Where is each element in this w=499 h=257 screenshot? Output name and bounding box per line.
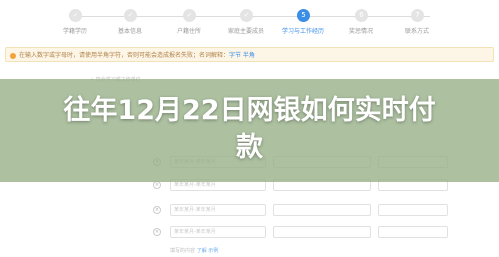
notice-banner: 在输入数字或字母时，请使用半角字符，否则可能会造成报名失败；名词解释：字节 半角: [5, 47, 494, 62]
info-icon: [10, 52, 16, 59]
hint-link[interactable]: 示例: [208, 248, 218, 254]
form-hint: 填写的内容 了解 示例: [170, 247, 218, 254]
notice-text: 在输入数字或字母时，请使用半角字符，否则可能会造成报名失败；名词解释：: [19, 52, 230, 59]
step-3-indicator[interactable]: ✓: [183, 9, 196, 22]
step-4-indicator[interactable]: ✓: [240, 9, 253, 22]
step-7-label[interactable]: 联系方式: [382, 26, 452, 35]
hint-text: 填写的内容: [170, 248, 197, 254]
unit-field[interactable]: [273, 226, 371, 238]
position-field[interactable]: [378, 226, 448, 238]
step-6-indicator[interactable]: 6: [355, 9, 368, 22]
hint-accent[interactable]: 了解: [197, 248, 209, 254]
step-2-indicator[interactable]: ✓: [124, 9, 137, 22]
overlay-title: 往年12月22日网银如何实时付 款: [0, 92, 499, 166]
date-range-field[interactable]: 某年某月-某年某月: [170, 204, 266, 216]
remove-row-icon[interactable]: ×: [153, 206, 161, 214]
unit-field[interactable]: [273, 204, 371, 216]
step-1-indicator[interactable]: ✓: [69, 9, 82, 22]
date-range-field[interactable]: 某年某月-某年某月: [170, 226, 266, 238]
overlay-title-line-1: 往年12月22日网银如何实时付: [63, 95, 436, 126]
step-5-indicator[interactable]: 5: [297, 9, 310, 22]
overlay-title-line-2: 款: [236, 132, 263, 163]
notice-link[interactable]: 字节 半角: [229, 52, 255, 59]
position-field[interactable]: [378, 204, 448, 216]
remove-row-icon[interactable]: ×: [153, 228, 161, 236]
progress-steps: ✓ 学籍学历 ✓ 基本信息 ✓ 户籍住所 ✓ 家庭主要成员 5 学习与工作经历 …: [0, 0, 499, 40]
step-7-indicator[interactable]: 7: [411, 9, 424, 22]
remove-row-icon[interactable]: ×: [153, 181, 161, 189]
